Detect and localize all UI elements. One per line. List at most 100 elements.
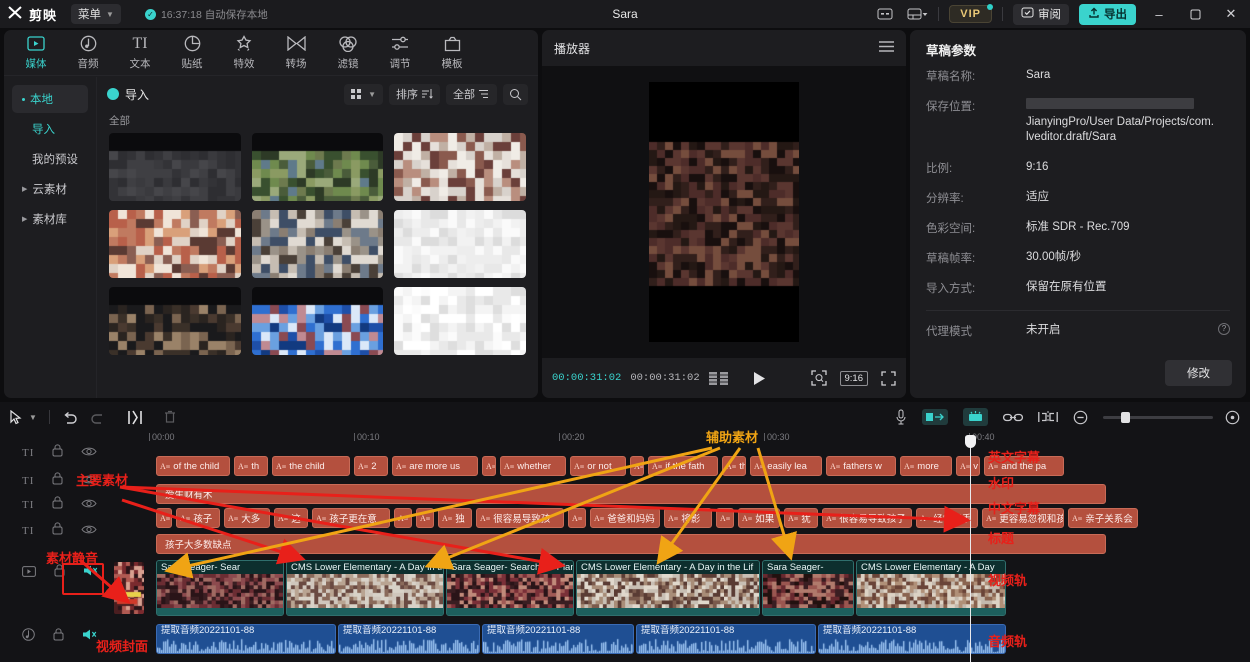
tab-filter[interactable]: 滤镜 xyxy=(322,34,374,71)
subtitle-clip-cn[interactable]: A≡这 xyxy=(274,508,308,528)
video-cover-thumbnail[interactable] xyxy=(114,562,144,614)
tab-audio[interactable]: 音频 xyxy=(62,34,114,71)
vip-badge[interactable]: VIP xyxy=(949,5,992,23)
subtitle-clip-en[interactable]: A≡more xyxy=(900,456,952,476)
subtitle-clip-en[interactable]: A≡th xyxy=(234,456,268,476)
audio-clip[interactable]: 提取音频20221101-88 xyxy=(338,624,480,654)
playhead[interactable] xyxy=(970,446,971,662)
subtitle-clip-cn[interactable]: A≡如果 xyxy=(738,508,780,528)
subtitle-clip-cn[interactable]: A≡经常玩手 xyxy=(916,508,978,528)
subtitle-clip-en[interactable]: A≡th xyxy=(722,456,746,476)
lock-icon[interactable] xyxy=(54,564,65,582)
export-button[interactable]: 导出 xyxy=(1079,4,1136,25)
timeline-ruler[interactable]: 00:0000:1000:2000:3000:40 xyxy=(148,432,1250,446)
subtitle-clip-cn[interactable]: A≡很容易导致孩 xyxy=(476,508,564,528)
subtitle-clip-cn[interactable]: A≡ xyxy=(716,508,734,528)
help-icon[interactable]: ? xyxy=(1218,323,1230,335)
subtitle-clip-cn[interactable]: A≡ xyxy=(156,508,172,528)
microphone-icon[interactable] xyxy=(895,407,907,427)
aspect-ratio-chip[interactable]: 9:16 xyxy=(840,371,869,386)
media-item[interactable] xyxy=(109,287,241,355)
subtitle-clip-cn[interactable]: A≡爸爸和妈妈 xyxy=(590,508,660,528)
timeline-zoom-slider[interactable] xyxy=(1103,416,1213,419)
play-icon[interactable] xyxy=(752,371,767,386)
audio-clip[interactable]: 提取音频20221101-88 xyxy=(818,624,1006,654)
video-clip[interactable]: Sara Seager- xyxy=(762,560,854,616)
magic-icon[interactable] xyxy=(963,408,988,426)
menu-button[interactable]: 菜单 ▼ xyxy=(71,4,121,24)
subtitle-clip-en[interactable]: A≡the child xyxy=(272,456,350,476)
tab-adjust[interactable]: 调节 xyxy=(374,34,426,71)
sidebar-item-0[interactable]: 本地 xyxy=(12,85,88,113)
fullscreen-icon[interactable] xyxy=(881,371,896,386)
mirror-icon[interactable] xyxy=(922,409,948,425)
watermark-clip[interactable]: 爱生财有术 xyxy=(156,484,1106,504)
minimize-button[interactable]: – xyxy=(1146,0,1172,28)
media-item[interactable] xyxy=(109,133,241,201)
hamburger-icon[interactable] xyxy=(879,39,894,57)
audio-clip[interactable]: 提取音频20221101-88 xyxy=(156,624,336,654)
visibility-icon[interactable] xyxy=(81,472,97,490)
sidebar-item-4[interactable]: ▶素材库 xyxy=(12,205,88,233)
lock-icon[interactable] xyxy=(52,472,63,490)
subtitle-clip-cn[interactable]: A≡大多 xyxy=(224,508,270,528)
filmstrip-icon[interactable] xyxy=(709,372,729,385)
subtitle-clip-en[interactable]: A≡or not xyxy=(570,456,626,476)
subtitle-clip-en[interactable]: A≡are more us xyxy=(392,456,478,476)
subtitle-clip-cn[interactable]: A≡很容易导致孩子 xyxy=(822,508,912,528)
maximize-button[interactable] xyxy=(1182,0,1208,28)
subtitle-clip-cn[interactable]: A≡更容易忽视和孩 xyxy=(982,508,1064,528)
visibility-icon[interactable] xyxy=(81,444,97,462)
zoom-in-icon[interactable] xyxy=(1225,407,1240,427)
lock-icon[interactable] xyxy=(52,496,63,514)
import-button[interactable]: 导入 xyxy=(107,86,149,103)
title-clip[interactable]: 孩子大多数缺点 xyxy=(156,534,1106,554)
mute-icon[interactable] xyxy=(82,628,97,646)
subtitle-clip-cn[interactable]: A≡ xyxy=(568,508,586,528)
link-icon[interactable] xyxy=(1003,407,1023,427)
audio-clip[interactable]: 提取音频20221101-88 xyxy=(636,624,816,654)
close-button[interactable]: ✕ xyxy=(1218,0,1244,28)
sidebar-item-3[interactable]: ▶云素材 xyxy=(12,175,88,203)
sidebar-item-2[interactable]: 我的预设 xyxy=(12,145,88,173)
video-clip[interactable]: Sara Seager- Search for Plan xyxy=(446,560,574,616)
sort-button[interactable]: 排序 xyxy=(389,84,440,105)
filter-button[interactable]: 全部 xyxy=(446,84,497,105)
media-item[interactable] xyxy=(252,133,384,201)
cut-icon[interactable] xyxy=(1038,407,1058,427)
search-icon[interactable] xyxy=(503,84,528,105)
zoom-slider-handle[interactable] xyxy=(1121,412,1130,423)
modify-button[interactable]: 修改 xyxy=(1165,360,1232,386)
lock-icon[interactable] xyxy=(52,444,63,462)
media-item[interactable] xyxy=(394,210,526,278)
sidebar-item-1[interactable]: 导入 xyxy=(12,115,88,143)
tab-effects[interactable]: 特效 xyxy=(218,34,270,71)
tab-template[interactable]: 模板 xyxy=(426,34,478,71)
subtitle-clip-cn[interactable]: A≡将影 xyxy=(664,508,712,528)
media-item[interactable] xyxy=(394,287,526,355)
subtitle-clip-cn[interactable]: A≡ xyxy=(416,508,434,528)
subtitle-clip-cn[interactable]: A≡亲子关系会 xyxy=(1068,508,1138,528)
subtitle-clip-en[interactable]: A≡2 xyxy=(354,456,388,476)
video-clip[interactable]: CMS Lower Elementary - A Day xyxy=(856,560,1006,616)
visibility-icon[interactable] xyxy=(81,522,97,540)
tab-text[interactable]: TI文本 xyxy=(114,34,166,71)
video-clip[interactable]: Sara Seager- Sear xyxy=(156,560,284,616)
subtitle-clip-en[interactable]: A≡of the child xyxy=(156,456,230,476)
layout-icon[interactable] xyxy=(906,4,928,24)
timeline-tracks[interactable]: A≡of the childA≡thA≡the childA≡2A≡are mo… xyxy=(148,446,1250,662)
visibility-icon[interactable] xyxy=(81,496,97,514)
subtitle-clip-en[interactable]: A≡fathers w xyxy=(826,456,896,476)
subtitle-clip-en[interactable]: A≡ xyxy=(630,456,644,476)
tab-media[interactable]: 媒体 xyxy=(10,34,62,71)
subtitle-clip-en[interactable]: A≡and the pa xyxy=(984,456,1064,476)
subtitle-clip-cn[interactable]: A≡孩子 xyxy=(176,508,220,528)
fit-screen-icon[interactable] xyxy=(811,370,827,386)
subtitle-clip-en[interactable]: A≡easily lea xyxy=(750,456,822,476)
mute-icon[interactable] xyxy=(83,564,98,582)
subtitle-clip-cn[interactable]: A≡孩子更在意 xyxy=(312,508,390,528)
media-item[interactable] xyxy=(252,287,384,355)
subtitle-clip-cn[interactable]: A≡独 xyxy=(438,508,472,528)
lock-icon[interactable] xyxy=(52,522,63,540)
subtitle-clip-en[interactable]: A≡whether xyxy=(500,456,566,476)
